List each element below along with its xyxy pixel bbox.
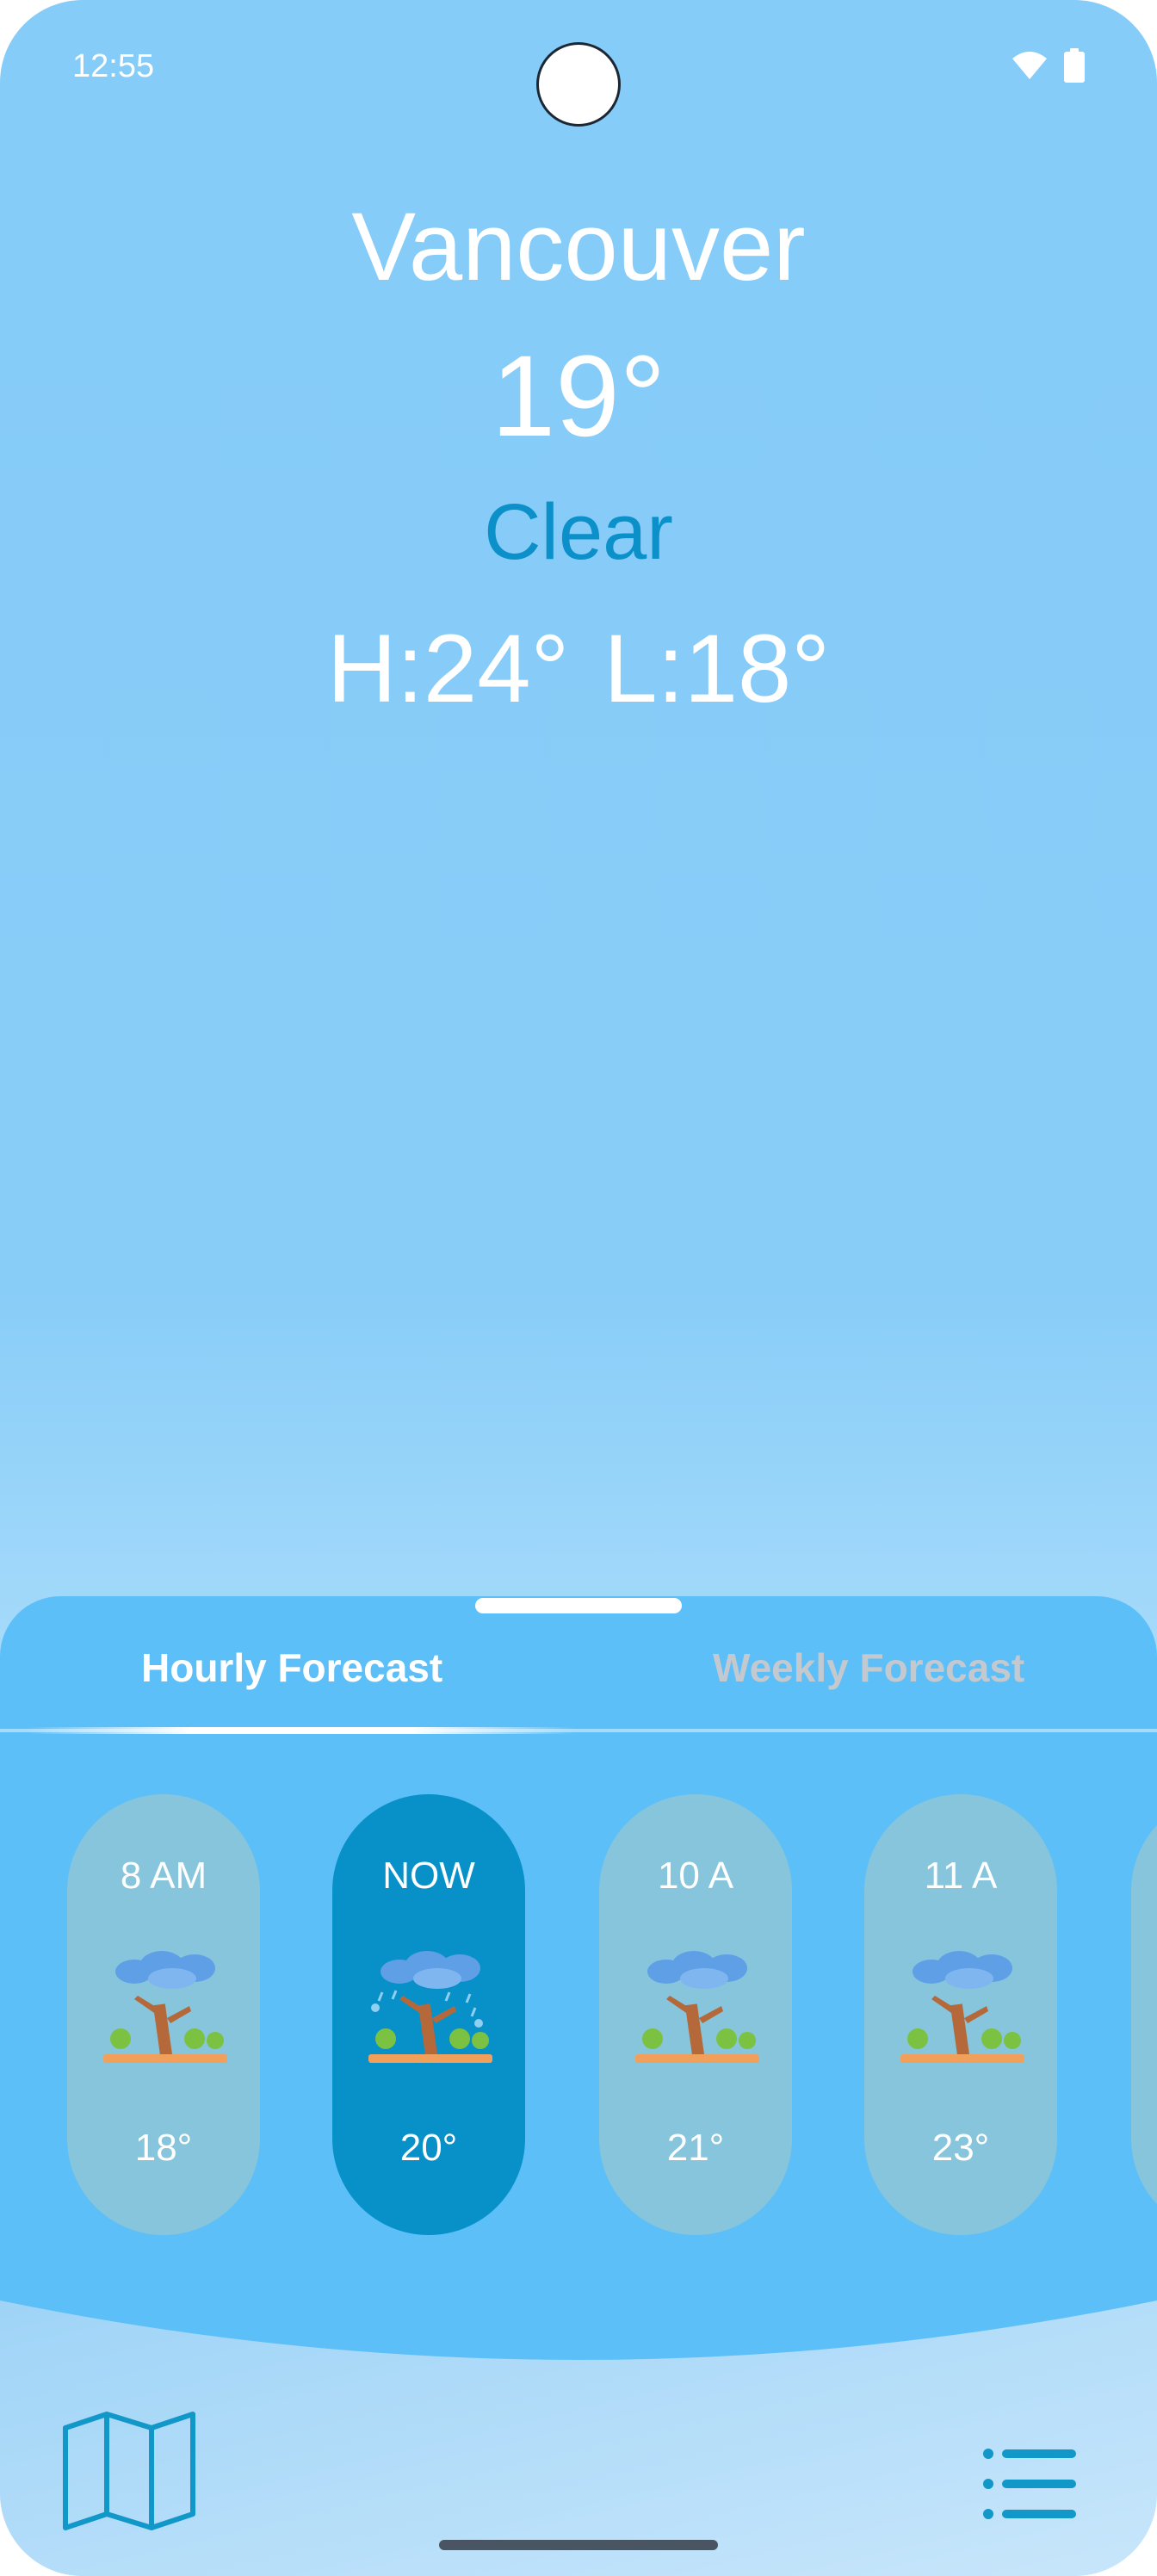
hourly-temperature: 23° (931, 2127, 990, 2169)
hourly-time: NOW (382, 1855, 475, 1897)
tab-hourly-forecast[interactable]: Hourly Forecast (141, 1644, 442, 1691)
weather-condition: Clear (484, 488, 673, 576)
hourly-card-now[interactable]: NOW 20° (332, 1794, 525, 2235)
city-name: Vancouver (351, 193, 806, 300)
weather-screen: 12:55 Vancouver 19° Clear H:24° L:18° Hou… (0, 0, 1157, 2576)
hourly-time: 8 AM (120, 1855, 207, 1897)
map-icon[interactable] (62, 2411, 196, 2531)
hourly-time: 11 A (924, 1855, 998, 1897)
high-temperature: H:24° (326, 615, 570, 722)
sheet-drag-handle[interactable] (475, 1598, 682, 1613)
tab-selected-indicator (26, 1727, 577, 1734)
hourly-temperature: 20° (399, 2127, 458, 2169)
hourly-card[interactable]: 10 A 21° (599, 1794, 792, 2235)
current-temperature: 19° (491, 332, 666, 461)
forecast-tabs: Hourly Forecast Weekly Forecast (0, 1644, 1157, 1722)
hourly-card[interactable]: 8 AM 18° (67, 1794, 260, 2235)
hourly-card-partial[interactable] (1131, 1794, 1157, 2235)
rain-cloud-tree-icon (635, 1951, 759, 2063)
rain-cloud-tree-icon (103, 1951, 227, 2063)
home-indicator[interactable] (439, 2540, 718, 2550)
status-time: 12:55 (72, 48, 155, 84)
high-low-temperature: H:24° L:18° (0, 613, 1157, 724)
list-icon[interactable] (981, 2445, 1078, 2523)
hourly-temperature: 18° (134, 2127, 193, 2169)
front-camera (539, 45, 618, 124)
low-temperature: L:18° (603, 615, 831, 722)
hourly-card[interactable]: 11 A 23° (864, 1794, 1057, 2235)
rain-cloud-tree-icon (900, 1951, 1024, 2063)
status-icons (1011, 48, 1085, 83)
tab-weekly-forecast[interactable]: Weekly Forecast (713, 1644, 1024, 1691)
wifi-icon (1011, 50, 1049, 81)
hourly-temperature: 21° (666, 2127, 725, 2169)
storm-cloud-tree-icon (368, 1951, 492, 2063)
battery-icon (1064, 48, 1085, 83)
hourly-time: 10 A (657, 1855, 734, 1897)
hourly-forecast-list[interactable]: 8 AM 18° NOW 20° 10 A 21° 11 A 23° (0, 1794, 1157, 2242)
